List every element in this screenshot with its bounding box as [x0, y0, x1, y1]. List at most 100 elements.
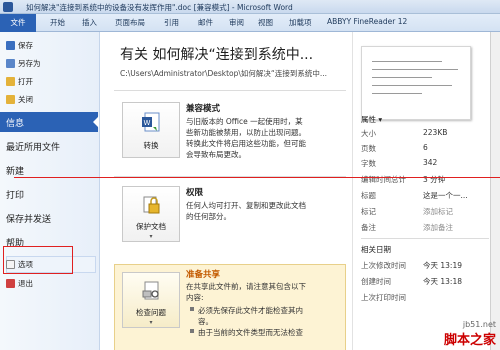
- inspect-document-icon: [142, 281, 159, 300]
- prop-value: 3 分钟: [423, 175, 446, 184]
- tab-view[interactable]: 视图: [258, 17, 273, 28]
- date-label: 创建时间: [361, 277, 391, 286]
- nav-save[interactable]: 保存: [18, 40, 33, 51]
- title-bar: 如何解决"连接到系统中的设备没有发挥作用".doc [兼容模式] - Micro…: [0, 0, 500, 14]
- share-bullet: 由于当前的文件类型而无法检查: [198, 328, 303, 337]
- nav-recent[interactable]: 最近所用文件: [6, 140, 60, 153]
- perm-line: 的任何部分。: [186, 212, 231, 221]
- preview-line: [372, 69, 458, 70]
- perm-line: 任何人均可打开、复制和更改此文档: [186, 201, 306, 210]
- red-annotation-line: [14, 177, 500, 178]
- prepare-sharing-description: 在共享此文件前，请注意其包含以下 内容:: [186, 281, 346, 303]
- share-bullet: 容。: [198, 317, 213, 326]
- tab-page-layout[interactable]: 页面布局: [115, 17, 145, 28]
- document-preview-thumbnail[interactable]: [361, 46, 471, 120]
- prepare-sharing-heading: 准备共享: [186, 270, 221, 280]
- permissions-heading: 权限: [186, 188, 204, 198]
- compat-line: 与旧版本的 Office 一起使用时，某: [186, 117, 303, 126]
- prop-value: 6: [423, 143, 428, 152]
- tab-file[interactable]: 文件: [0, 14, 36, 32]
- watermark-brand: 脚本之家: [443, 333, 496, 348]
- info-panel: 有关 如何解决“连接到系统中... C:\Users\Administrator…: [100, 32, 352, 350]
- date-label: 上次修改时间: [361, 261, 406, 270]
- exit-icon: [6, 279, 15, 288]
- nav-save-as[interactable]: 另存为: [18, 58, 41, 69]
- convert-button[interactable]: W 转换: [122, 102, 180, 158]
- share-line: 在共享此文件前，请注意其包含以下: [186, 282, 306, 291]
- document-title: 有关 如何解决“连接到系统中...: [120, 47, 314, 63]
- preview-line: [372, 61, 442, 62]
- nav-open[interactable]: 打开: [18, 76, 33, 87]
- close-folder-icon: [6, 95, 15, 104]
- nav-save-send[interactable]: 保存并发送: [6, 212, 51, 225]
- svg-text:W: W: [144, 119, 151, 127]
- ribbon-tabs: 文件 开始 插入 页面布局 引用 邮件 审阅 视图 加载项 ABBYY Fine…: [0, 14, 500, 32]
- tab-addins[interactable]: 加载项: [289, 17, 312, 28]
- protect-document-label: 保护文档: [136, 222, 166, 231]
- preview-line: [372, 77, 432, 78]
- nav-info-label: 信息: [6, 119, 25, 129]
- convert-doc-icon: W: [142, 112, 160, 132]
- bullet-icon: [190, 329, 194, 333]
- compat-line: 些新功能被禁用，以防止出现问题。: [186, 128, 306, 137]
- protect-document-button[interactable]: 保护文档 ▾: [122, 186, 180, 242]
- nav-new[interactable]: 新建: [6, 164, 24, 177]
- share-line: 内容:: [186, 293, 204, 302]
- backstage-nav: 保存 另存为 打开 关闭 信息 最近所用文件 新建 打印 保存并发送 帮助 选项…: [0, 32, 100, 350]
- nav-close[interactable]: 关闭: [18, 94, 33, 105]
- compat-line: 会导致布局更改。: [186, 150, 246, 159]
- prop-label: 字数: [361, 159, 376, 168]
- permissions-description: 任何人均可打开、复制和更改此文档 的任何部分。: [186, 200, 346, 222]
- divider: [114, 90, 346, 91]
- convert-button-label: 转换: [143, 141, 159, 150]
- compat-description: 与旧版本的 Office 一起使用时，某 些新功能被禁用，以防止出现问题。 转换…: [186, 116, 346, 160]
- watermark-domain: jb51.net: [462, 320, 496, 329]
- prop-label: 页数: [361, 144, 376, 153]
- tab-review[interactable]: 审阅: [229, 17, 244, 28]
- nav-info[interactable]: 信息: [0, 112, 99, 132]
- check-issues-label: 检查问题: [136, 308, 166, 317]
- properties-pane: 属性 ▾ 大小 223KB 页数 6 字数 342 编辑时间总计 3 分钟 标题…: [352, 32, 500, 350]
- tab-home[interactable]: 开始: [50, 17, 65, 28]
- compat-section: W 转换 兼容模式 与旧版本的 Office 一起使用时，某 些新功能被禁用，以…: [114, 98, 346, 168]
- prop-label: 大小: [361, 129, 376, 138]
- add-tags-field[interactable]: 添加标记: [423, 206, 453, 217]
- related-dates-heading: 相关日期: [361, 245, 391, 254]
- chevron-down-icon: ▾: [149, 233, 153, 240]
- bullet-icon: [190, 307, 194, 311]
- word-app-icon[interactable]: [3, 2, 13, 12]
- add-comments-field[interactable]: 添加备注: [423, 222, 453, 233]
- tab-insert[interactable]: 插入: [82, 17, 97, 28]
- prop-label: 标记: [361, 207, 376, 216]
- properties-heading[interactable]: 属性 ▾: [361, 114, 382, 125]
- vertical-scrollbar[interactable]: [490, 32, 500, 350]
- prop-label: 编辑时间总计: [361, 175, 406, 184]
- title-field[interactable]: 这是一个一...: [423, 190, 468, 201]
- save-as-icon: [6, 59, 15, 68]
- document-path: C:\Users\Administrator\Desktop\如何解决“连接到系…: [120, 69, 327, 78]
- date-value: 今天 13:19: [423, 261, 462, 270]
- selected-arrow-icon: [93, 116, 99, 128]
- nav-exit[interactable]: 退出: [18, 278, 33, 289]
- lock-icon: [143, 196, 160, 214]
- prop-label: 备注: [361, 223, 376, 232]
- nav-print[interactable]: 打印: [6, 188, 24, 201]
- date-value: 今天 13:18: [423, 277, 462, 286]
- tab-references[interactable]: 引用: [164, 17, 179, 28]
- divider: [361, 238, 489, 239]
- tab-mailings[interactable]: 邮件: [198, 17, 213, 28]
- check-issues-button[interactable]: 检查问题 ▾: [122, 272, 180, 328]
- watermark: jb51.net 脚本之家: [444, 320, 496, 348]
- share-bullet: 必须先保存此文件才能检查其内: [198, 306, 303, 315]
- prepare-sharing-content: 检查问题 ▾ 准备共享 在共享此文件前，请注意其包含以下 内容: 必须先保存此文…: [114, 264, 346, 350]
- prop-label: 标题: [361, 191, 376, 200]
- prop-value: 342: [423, 158, 438, 167]
- window-title: 如何解决"连接到系统中的设备没有发挥作用".doc [兼容模式] - Micro…: [26, 3, 293, 12]
- tab-abbyy[interactable]: ABBYY FineReader 12: [327, 17, 407, 26]
- compat-line: 转换此文件将启用这些功能，但可能: [186, 139, 306, 148]
- prop-value: 223KB: [423, 128, 448, 137]
- compat-heading: 兼容模式: [186, 104, 221, 114]
- options-red-annotation: [3, 246, 73, 274]
- save-icon: [6, 41, 15, 50]
- date-label: 上次打印时间: [361, 293, 406, 302]
